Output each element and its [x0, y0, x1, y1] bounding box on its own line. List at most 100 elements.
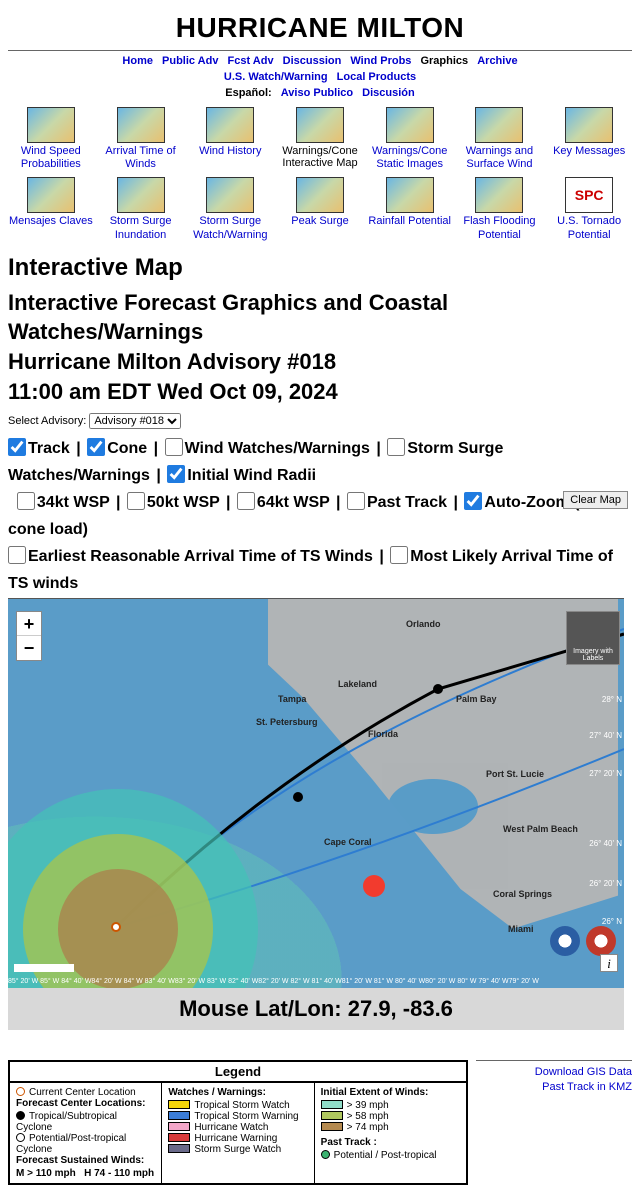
thumbnail-item[interactable]: SPCU.S. Tornado Potential: [546, 177, 632, 241]
forecast-heading: Interactive Forecast Graphics and Coasta…: [8, 288, 632, 407]
legend-tsw: Tropical Storm Watch: [194, 1100, 289, 1111]
lat-label: 26° 20' N: [589, 879, 622, 888]
chk-mostlikely[interactable]: [390, 546, 408, 564]
chk-pasttrack[interactable]: [347, 492, 365, 510]
chk-windww[interactable]: [165, 438, 183, 456]
thumbnail-label[interactable]: Arrival Time of Winds: [98, 145, 184, 171]
thumbnail-item[interactable]: Wind History: [187, 107, 273, 171]
city-portlucie: Port St. Lucie: [486, 769, 544, 779]
thumbnail-item[interactable]: Storm Surge Inundation: [98, 177, 184, 241]
divider: [8, 50, 632, 51]
basemap-toggle[interactable]: Imagery with Labels: [566, 611, 620, 665]
thumbnail-label[interactable]: Rainfall Potential: [367, 215, 453, 228]
thumbnail-image: [27, 107, 75, 143]
chk-surgeww[interactable]: [387, 438, 405, 456]
chk-autozoom[interactable]: [464, 492, 482, 510]
thumbnail-item[interactable]: Storm Surge Watch/Warning: [187, 177, 273, 241]
link-gis[interactable]: Download GIS Data: [476, 1065, 632, 1080]
zoom-out-button[interactable]: −: [17, 636, 41, 660]
chk-64wsp[interactable]: [237, 492, 255, 510]
city-capecoral: Cape Coral: [324, 837, 372, 847]
thumbnail-label[interactable]: Peak Surge: [277, 215, 363, 228]
thumbnail-image: [206, 177, 254, 213]
chk-earliest[interactable]: [8, 546, 26, 564]
nav-uswatch[interactable]: U.S. Watch/Warning: [224, 71, 328, 83]
thumbnail-image: [296, 177, 344, 213]
fcst-line1: Interactive Forecast Graphics and Coasta…: [8, 290, 448, 345]
thumbnail-item[interactable]: Rainfall Potential: [367, 177, 453, 241]
lbl-50wsp: 50kt WSP: [147, 494, 220, 511]
thumbnail-label[interactable]: U.S. Tornado Potential: [546, 215, 632, 241]
zoom-in-button[interactable]: +: [17, 612, 41, 636]
thumbnail-item[interactable]: Warnings/Cone Interactive Map: [277, 107, 363, 171]
lbl-cone: Cone: [107, 440, 147, 457]
thumbnail-image: [386, 107, 434, 143]
link-kmz[interactable]: Past Track in KMZ: [476, 1080, 632, 1095]
lbl-track: Track: [28, 440, 70, 457]
nav-discussion[interactable]: Discussion: [283, 55, 342, 67]
chk-initradii[interactable]: [167, 465, 185, 483]
legend-post: Potential/Post-tropical Cyclone: [16, 1133, 126, 1155]
thumbnail-image: [296, 107, 344, 143]
zoom-control: + −: [16, 611, 42, 661]
nav-publicadv[interactable]: Public Adv: [162, 55, 218, 67]
city-palmbay: Palm Bay: [456, 694, 497, 704]
legend-tswarn: Tropical Storm Warning: [194, 1111, 298, 1122]
thumbnail-image: [117, 177, 165, 213]
legend-trop: Tropical/Subtropical Cyclone: [16, 1111, 117, 1133]
thumbnail-label[interactable]: Warnings and Surface Wind: [457, 145, 543, 171]
thumbnail-item[interactable]: Arrival Time of Winds: [98, 107, 184, 171]
thumbnail-label[interactable]: Mensajes Claves: [8, 215, 94, 228]
nav-graphics-current: Graphics: [420, 55, 468, 67]
thumbnail-label[interactable]: Storm Surge Inundation: [98, 215, 184, 241]
city-westpalm: West Palm Beach: [503, 824, 578, 834]
thumbnail-image: [117, 107, 165, 143]
nav-aviso[interactable]: Aviso Publico: [281, 87, 353, 99]
thumbnail-image: [475, 177, 523, 213]
nav-discusion[interactable]: Discusión: [362, 87, 415, 99]
nav-archive[interactable]: Archive: [477, 55, 517, 67]
advisory-select[interactable]: Advisory #018: [89, 413, 181, 429]
layers-block: Clear Map Track | Cone | Wind Watches/Wa…: [8, 435, 632, 598]
nav-local[interactable]: Local Products: [337, 71, 416, 83]
nav-row-3: Español: Aviso Publico Discusión: [8, 87, 632, 99]
thumbnail-label[interactable]: Wind Speed Probabilities: [8, 145, 94, 171]
nav-windprobs[interactable]: Wind Probs: [350, 55, 411, 67]
chk-track[interactable]: [8, 438, 26, 456]
thumbnail-image: [206, 107, 254, 143]
legend-box: Legend Current Center Location Forecast …: [8, 1060, 468, 1185]
thumbnail-item[interactable]: Key Messages: [546, 107, 632, 171]
thumbnail-item[interactable]: Flash Flooding Potential: [457, 177, 543, 241]
lbl-initradii: Initial Wind Radii: [187, 467, 316, 484]
map-info-button[interactable]: i: [600, 954, 618, 972]
thumbnail-label[interactable]: Flash Flooding Potential: [457, 215, 543, 241]
thumbnail-item[interactable]: Wind Speed Probabilities: [8, 107, 94, 171]
thumbnail-item[interactable]: Mensajes Claves: [8, 177, 94, 241]
interactive-map[interactable]: Orlando Tampa St. Petersburg Lakeland Fl…: [8, 598, 624, 988]
nav-fcstadv[interactable]: Fcst Adv: [228, 55, 274, 67]
chk-50wsp[interactable]: [127, 492, 145, 510]
legend-past-hdr: Past Track :: [321, 1137, 460, 1148]
thumbnail-label[interactable]: Key Messages: [546, 145, 632, 158]
legend-hw: Hurricane Watch: [194, 1122, 268, 1133]
mouse-latlon-bar: Mouse Lat/Lon: 27.9, -83.6: [8, 988, 624, 1030]
nws-seal-icon: [586, 926, 616, 956]
scale-bar: [14, 964, 74, 972]
thumbnail-label[interactable]: Warnings/Cone Static Images: [367, 145, 453, 171]
legend-col-2: Watches / Warnings: Tropical Storm Watch…: [162, 1083, 314, 1183]
clear-map-button[interactable]: Clear Map: [563, 491, 628, 509]
chk-34wsp[interactable]: [17, 492, 35, 510]
thumbnail-label[interactable]: Storm Surge Watch/Warning: [187, 215, 273, 241]
thumbnail-label[interactable]: Wind History: [187, 145, 273, 158]
lbl-windww: Wind Watches/Warnings: [185, 440, 370, 457]
legend-m: M > 110 mph: [16, 1168, 76, 1179]
city-miami: Miami: [508, 924, 534, 934]
lbl-pasttrack: Past Track: [367, 494, 447, 511]
fcst-line3: 11:00 am EDT Wed Oct 09, 2024: [8, 379, 338, 404]
thumbnail-item[interactable]: Peak Surge: [277, 177, 363, 241]
thumbnail-item[interactable]: Warnings and Surface Wind: [457, 107, 543, 171]
thumbnail-item[interactable]: Warnings/Cone Static Images: [367, 107, 453, 171]
chk-cone[interactable]: [87, 438, 105, 456]
lat-label: 27° 20' N: [589, 769, 622, 778]
nav-home[interactable]: Home: [122, 55, 153, 67]
